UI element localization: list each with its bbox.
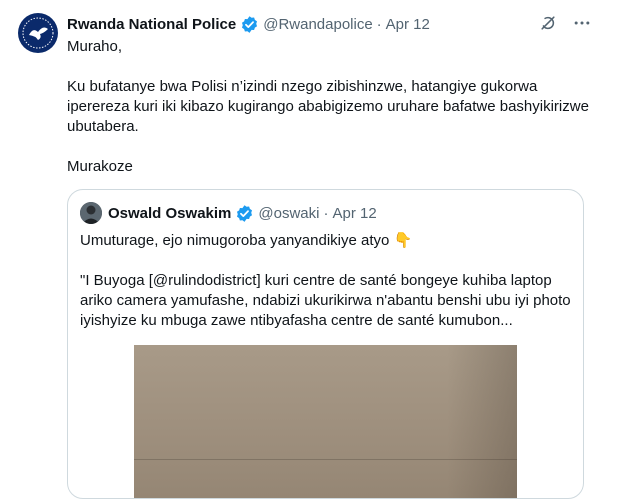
- tweet-text: Muraho, Ku bufatanye bwa Polisi n’izindi…: [67, 37, 597, 177]
- quoted-author-handle[interactable]: @oswaki: [258, 205, 319, 222]
- separator-dot: ·: [376, 15, 382, 33]
- user-avatar-icon: [80, 202, 102, 224]
- tweet-actions: [538, 13, 592, 33]
- tweet-date[interactable]: Apr 12: [386, 16, 430, 33]
- grok-icon[interactable]: [538, 13, 558, 33]
- quoted-tweet-photo[interactable]: [134, 345, 517, 498]
- quoted-tweet-header: Oswald Oswakim @oswaki · Apr 12: [108, 202, 377, 224]
- police-emblem-avatar[interactable]: [18, 13, 58, 53]
- tweet: Rwanda National Police @Rwandapolice · A…: [0, 0, 627, 499]
- quoted-tweet-text: Umuturage, ejo nimugoroba yanyandikiye a…: [80, 231, 575, 331]
- quoted-tweet[interactable]: Oswald Oswakim @oswaki · Apr 12 Umuturag…: [67, 189, 584, 499]
- author-name[interactable]: Rwanda National Police: [67, 16, 236, 33]
- verified-badge-icon: [235, 204, 254, 223]
- more-icon[interactable]: [572, 13, 592, 33]
- quoted-line: "I Buyoga [@rulindodistrict] kuri centre…: [80, 272, 571, 329]
- quoted-line-text: Umuturage, ejo nimugoroba yanyandikiye a…: [80, 232, 390, 249]
- separator-dot: ·: [323, 204, 329, 222]
- quoted-author-name[interactable]: Oswald Oswakim: [108, 205, 231, 222]
- tweet-paragraph: Muraho,: [67, 38, 123, 55]
- tweet-header: Rwanda National Police @Rwandapolice · A…: [67, 13, 430, 35]
- author-handle[interactable]: @Rwandapolice: [263, 16, 372, 33]
- pointing-down-emoji: 👇: [393, 232, 413, 249]
- tweet-paragraph: Murakoze: [67, 158, 133, 175]
- tweet-paragraph: Ku bufatanye bwa Polisi n’izindi nzego z…: [67, 78, 589, 135]
- quoted-line: Umuturage, ejo nimugoroba yanyandikiye a…: [80, 231, 575, 251]
- police-emblem-icon: [19, 14, 57, 52]
- verified-badge-icon: [240, 15, 259, 34]
- quoted-tweet-date[interactable]: Apr 12: [332, 205, 376, 222]
- quoted-author-avatar[interactable]: [80, 202, 102, 224]
